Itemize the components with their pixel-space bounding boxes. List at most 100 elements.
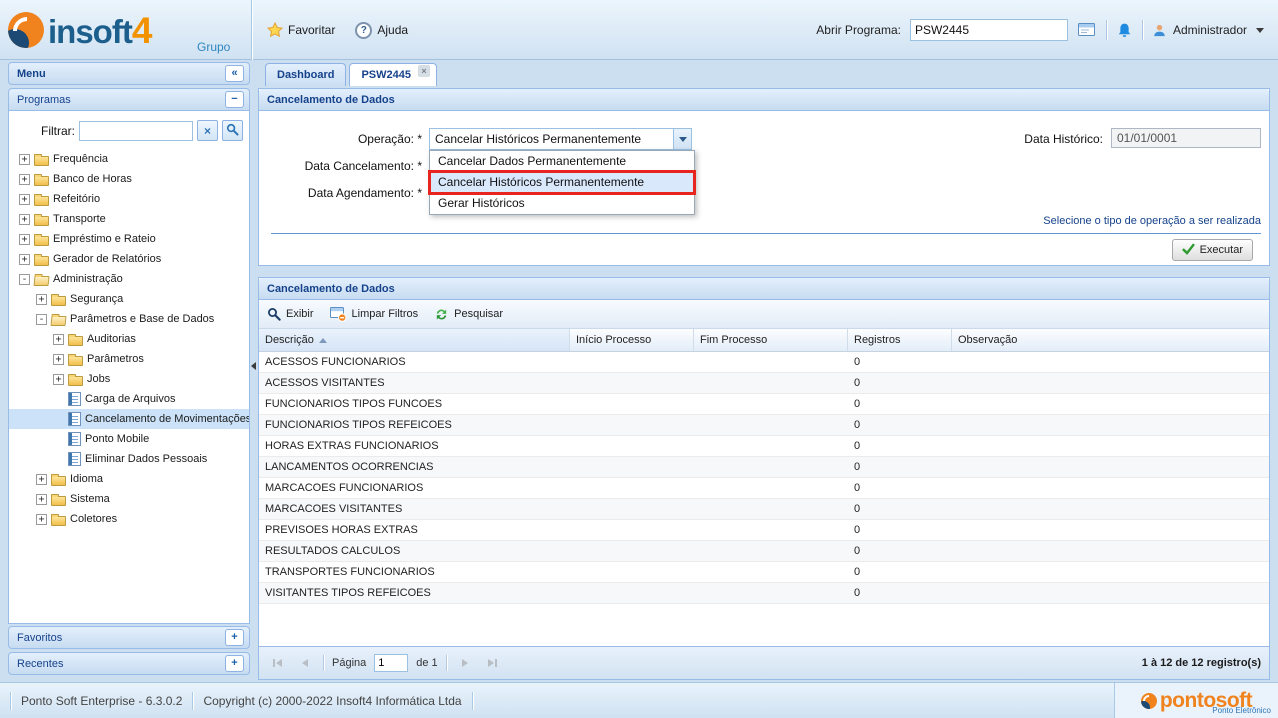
help-label: Ajuda — [377, 23, 409, 37]
pagination-bar: Página de 1 1 à 12 de 12 registro(s) — [259, 646, 1269, 679]
expand-icon[interactable]: + — [19, 233, 30, 245]
column-header-observacao[interactable]: Observação — [952, 329, 1269, 351]
tree-item-label: Eliminar Dados Pessoais — [85, 453, 208, 465]
cell-fim-processo — [694, 436, 848, 456]
cell-inicio-processo — [570, 583, 694, 603]
column-header-registros[interactable]: Registros — [848, 329, 952, 351]
tree-item[interactable]: + Coletores — [9, 509, 249, 529]
dropdown-option[interactable]: Gerar Históricos — [430, 193, 694, 214]
favorites-panel-header[interactable]: Favoritos + — [8, 626, 250, 649]
first-page-button[interactable] — [267, 654, 287, 672]
table-row[interactable]: FUNCIONARIOS TIPOS FUNCOES 0 — [259, 394, 1269, 415]
expand-icon[interactable]: + — [36, 293, 47, 305]
last-page-button[interactable] — [483, 654, 503, 672]
table-row[interactable]: TRANSPORTES FUNCIONARIOS 0 — [259, 562, 1269, 583]
user-menu[interactable]: Administrador — [1152, 23, 1264, 38]
collapse-icon[interactable]: - — [19, 273, 30, 285]
table-row[interactable]: VISITANTES TIPOS REFEICOES 0 — [259, 583, 1269, 604]
expand-icon[interactable]: + — [36, 473, 47, 485]
cell-descricao: FUNCIONARIOS TIPOS REFEICOES — [265, 419, 452, 431]
execute-button[interactable]: Executar — [1171, 239, 1253, 261]
tab-dashboard[interactable]: Dashboard — [265, 63, 347, 86]
table-row[interactable]: ACESSOS VISITANTES 0 — [259, 373, 1269, 394]
table-row[interactable]: FUNCIONARIOS TIPOS REFEICOES 0 — [259, 415, 1269, 436]
help-button[interactable]: Ajuda — [355, 21, 409, 39]
tab-psw2445[interactable]: PSW2445 × — [349, 63, 437, 86]
table-row[interactable]: ACESSOS FUNCIONARIOS 0 — [259, 352, 1269, 373]
collapse-icon[interactable]: - — [36, 313, 47, 325]
expand-icon[interactable]: + — [19, 213, 30, 225]
tree-item[interactable]: + Auditorias — [9, 329, 249, 349]
collapse-programs-button[interactable]: − — [225, 91, 244, 108]
filter-clear-button[interactable]: × — [197, 120, 218, 141]
operation-hint: Selecione o tipo de operação a ser reali… — [1043, 215, 1261, 227]
expand-icon[interactable]: + — [36, 513, 47, 525]
toolbar-button-label: Pesquisar — [454, 308, 504, 320]
tab-close-icon[interactable]: × — [418, 65, 430, 77]
tree-item[interactable]: + Refeitório — [9, 189, 249, 209]
tree-item[interactable]: + Gerador de Relatórios — [9, 249, 249, 269]
column-header-descricao[interactable]: Descrição — [259, 329, 570, 351]
expand-icon[interactable]: + — [19, 193, 30, 205]
tree-item[interactable]: + Frequência — [9, 149, 249, 169]
application-window: insoft4 Grupo Favoritar Ajuda Abrir Prog… — [0, 0, 1278, 718]
tree-item[interactable]: - Administração — [9, 269, 249, 289]
expand-recents-button[interactable]: + — [225, 655, 244, 672]
operation-combobox[interactable] — [429, 128, 692, 150]
logo-subtitle: Grupo — [197, 40, 231, 54]
tree-item[interactable]: + Sistema — [9, 489, 249, 509]
expand-icon[interactable]: + — [19, 153, 30, 165]
expand-icon[interactable]: + — [53, 353, 64, 365]
table-row[interactable]: MARCACOES VISITANTES 0 — [259, 499, 1269, 520]
clear-filters-button[interactable]: Limpar Filtros — [329, 306, 418, 322]
expand-icon[interactable]: + — [19, 173, 30, 185]
tree-item[interactable]: Cancelamento de Movimentações — [9, 409, 249, 429]
notifications-bell-icon[interactable] — [1116, 22, 1133, 39]
previous-page-button[interactable] — [295, 654, 315, 672]
folder-icon — [51, 513, 66, 526]
tree-item[interactable]: Ponto Mobile — [9, 429, 249, 449]
search-button[interactable]: Pesquisar — [434, 307, 503, 322]
favorite-button[interactable]: Favoritar — [267, 22, 335, 38]
filter-input[interactable] — [79, 120, 193, 141]
show-button[interactable]: Exibir — [267, 307, 314, 321]
tree-item[interactable]: Eliminar Dados Pessoais — [9, 449, 249, 469]
splitter-collapse-icon[interactable] — [251, 362, 256, 370]
expand-icon[interactable]: + — [53, 373, 64, 385]
tree-item[interactable]: + Jobs — [9, 369, 249, 389]
program-picker-button[interactable] — [1077, 22, 1097, 38]
table-row[interactable]: LANCAMENTOS OCORRENCIAS 0 — [259, 457, 1269, 478]
expand-icon[interactable]: + — [19, 253, 30, 265]
column-header-inicio-processo[interactable]: Início Processo — [570, 329, 694, 351]
filter-search-button[interactable] — [222, 120, 243, 141]
table-row[interactable]: MARCACOES FUNCIONARIOS 0 — [259, 478, 1269, 499]
tree-item[interactable]: Carga de Arquivos — [9, 389, 249, 409]
tree-item[interactable]: + Banco de Horas — [9, 169, 249, 189]
table-row[interactable]: PREVISOES HORAS EXTRAS 0 — [259, 520, 1269, 541]
operation-combobox-input[interactable] — [430, 129, 673, 149]
combobox-trigger-icon[interactable] — [673, 129, 691, 149]
column-header-fim-processo[interactable]: Fim Processo — [694, 329, 848, 351]
tree-item[interactable]: + Idioma — [9, 469, 249, 489]
tree-item-label: Sistema — [70, 493, 110, 505]
cell-fim-processo — [694, 499, 848, 519]
recents-panel-header[interactable]: Recentes + — [8, 652, 250, 675]
dropdown-option[interactable]: Cancelar Dados Permanentemente — [430, 151, 694, 172]
tree-item[interactable]: + Parâmetros — [9, 349, 249, 369]
next-page-button[interactable] — [455, 654, 475, 672]
tree-item[interactable]: - Parâmetros e Base de Dados — [9, 309, 249, 329]
tree-item[interactable]: + Segurança — [9, 289, 249, 309]
tree-item[interactable]: + Empréstimo e Rateio — [9, 229, 249, 249]
table-row[interactable]: HORAS EXTRAS FUNCIONARIOS 0 — [259, 436, 1269, 457]
expand-favorites-button[interactable]: + — [225, 629, 244, 646]
expand-icon[interactable]: + — [36, 493, 47, 505]
cell-descricao: VISITANTES TIPOS REFEICOES — [265, 587, 431, 599]
open-program-input[interactable] — [909, 19, 1068, 41]
table-row[interactable]: RESULTADOS CALCULOS 0 — [259, 541, 1269, 562]
expand-icon[interactable]: + — [53, 333, 64, 345]
collapse-sidebar-button[interactable]: « — [225, 65, 244, 82]
tree-item[interactable]: + Transporte — [9, 209, 249, 229]
column-label: Fim Processo — [700, 334, 768, 346]
dropdown-option[interactable]: Cancelar Históricos Permanentemente — [428, 170, 696, 195]
page-number-input[interactable] — [374, 654, 409, 672]
